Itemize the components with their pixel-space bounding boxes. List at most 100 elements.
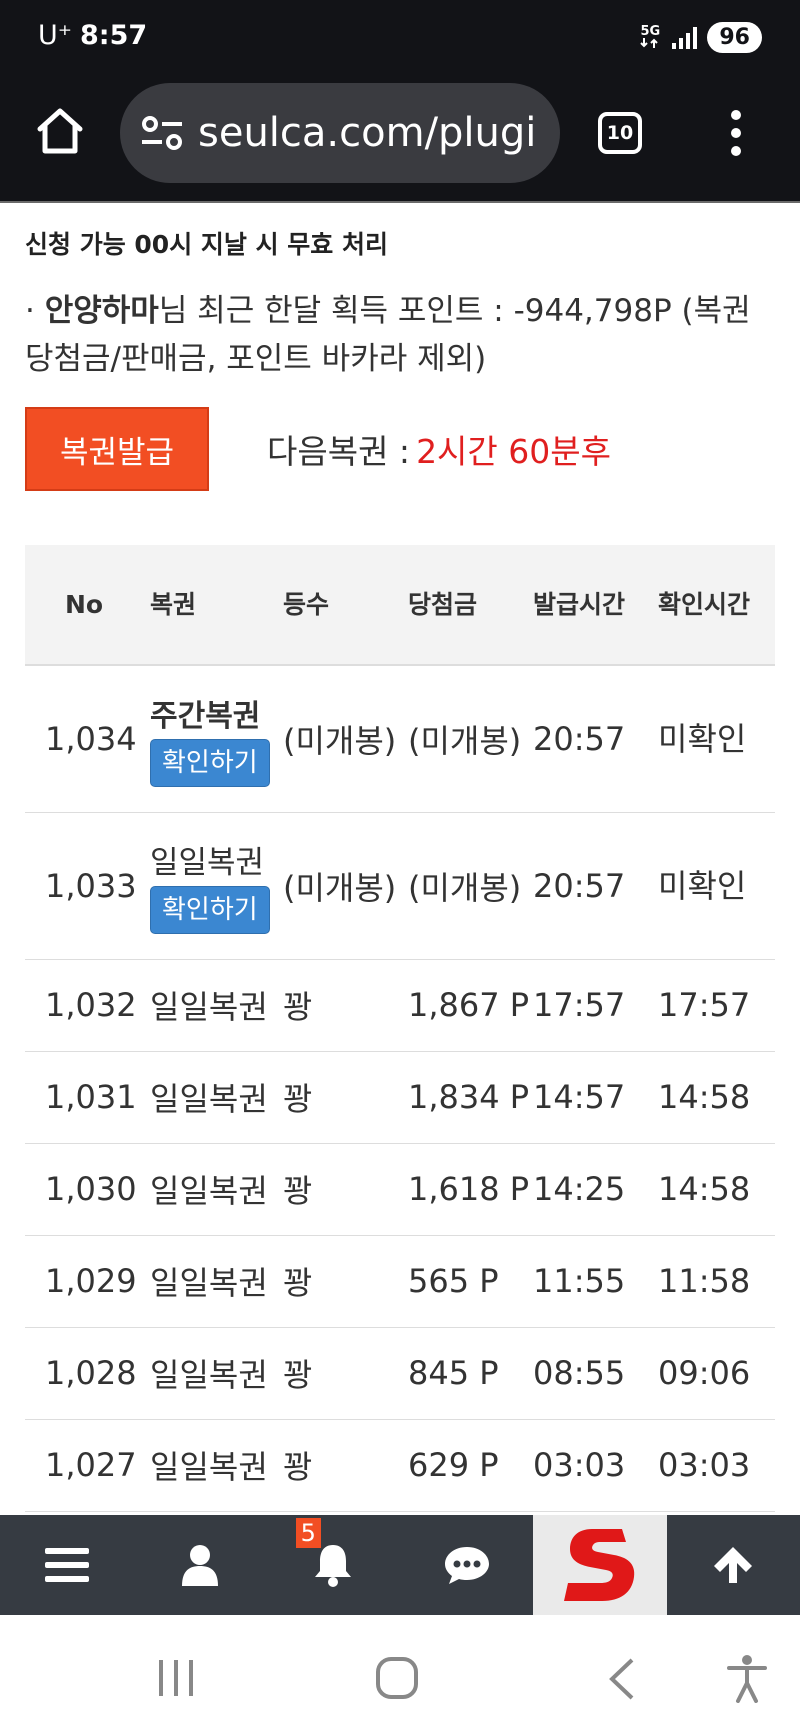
android-nav-bar: [0, 1615, 800, 1734]
cell-checked: 14:58: [658, 1051, 775, 1144]
table-row: 1,027 일일복권 꽝 629 P 03:03 03:03: [25, 1419, 775, 1512]
back-icon[interactable]: [606, 1657, 636, 1701]
more-options-icon[interactable]: [730, 110, 742, 156]
table-row: 1,034 주간복권 확인하기 (미개봉) (미개봉) 20:57 미확인: [25, 665, 775, 813]
cell-type: 일일복권: [150, 1143, 283, 1236]
battery-indicator: 96: [707, 22, 762, 53]
cell-checked: 14:58: [658, 1143, 775, 1236]
cell-no: 1,031: [25, 1051, 150, 1144]
profile-button[interactable]: [133, 1515, 266, 1615]
table-row: 1,033 일일복권 확인하기 (미개봉) (미개봉) 20:57 미확인: [25, 812, 775, 960]
header-type: 복권: [150, 545, 283, 666]
cell-prize: 1,618 P: [408, 1143, 533, 1236]
tab-switcher-button[interactable]: 10: [598, 112, 642, 154]
address-bar[interactable]: seulca.com/plugi: [120, 83, 560, 183]
home-icon[interactable]: [34, 105, 86, 157]
cell-type: 주간복권 확인하기: [150, 665, 283, 813]
cell-grade: (미개봉): [283, 665, 408, 813]
cell-no: 1,032: [25, 959, 150, 1052]
carrier-label: U⁺: [38, 20, 73, 51]
cell-prize: 845 P: [408, 1327, 533, 1420]
cell-grade: 꽝: [283, 959, 408, 1052]
cell-prize: 1,867 P: [408, 959, 533, 1052]
cell-checked: 미확인: [658, 812, 775, 960]
cell-grade: (미개봉): [283, 812, 408, 960]
notification-button[interactable]: 5: [267, 1515, 400, 1615]
cell-checked: 09:06: [658, 1327, 775, 1420]
cell-no: 1,027: [25, 1419, 150, 1512]
cell-type: 일일복권: [150, 959, 283, 1052]
cell-issued: 20:57: [533, 665, 658, 813]
cell-no: 1,033: [25, 812, 150, 960]
cell-type: 일일복권: [150, 1419, 283, 1512]
site-logo-button[interactable]: [533, 1515, 667, 1615]
bullet: ·: [25, 293, 35, 329]
cell-prize: 1,834 P: [408, 1051, 533, 1144]
cell-grade: 꽝: [283, 1143, 408, 1236]
username: 안양하마: [44, 293, 159, 329]
header-issued: 발급시간: [533, 545, 658, 666]
menu-icon: [44, 1548, 89, 1582]
cell-prize: (미개봉): [408, 665, 533, 813]
cell-grade: 꽝: [283, 1051, 408, 1144]
table-row: 1,031 일일복권 꽝 1,834 P 14:57 14:58: [25, 1051, 775, 1144]
table-row: 1,028 일일복권 꽝 845 P 08:55 09:06: [25, 1327, 775, 1420]
cell-type: 일일복권 확인하기: [150, 812, 283, 960]
chat-icon: [444, 1547, 489, 1584]
home-nav-icon[interactable]: [375, 1656, 419, 1700]
site-logo-icon: [563, 1529, 635, 1601]
lottery-table: No 복권 등수 당첨금 발급시간 확인시간 1,034 주간복권 확인하기 (…: [25, 545, 775, 1512]
menu-button[interactable]: [0, 1515, 133, 1615]
cell-prize: (미개봉): [408, 812, 533, 960]
table-row: 1,029 일일복권 꽝 565 P 11:55 11:58: [25, 1235, 775, 1328]
cell-issued: 17:57: [533, 959, 658, 1052]
cell-type: 일일복권: [150, 1051, 283, 1144]
scroll-top-button[interactable]: [667, 1515, 800, 1615]
next-lottery-countdown: 2시간 60분후: [416, 432, 611, 471]
table-row: 1,030 일일복권 꽝 1,618 P 14:25 14:58: [25, 1143, 775, 1236]
notice-text: 신청 가능 00시 지날 시 무효 처리: [25, 230, 389, 259]
cell-issued: 20:57: [533, 812, 658, 960]
points-summary: · 안양하마님 최근 한달 획득 포인트 : -944,798P (복권 당첨금…: [25, 287, 775, 383]
cell-issued: 03:03: [533, 1419, 658, 1512]
status-left: U⁺ 8:57: [38, 20, 147, 51]
header-prize: 당첨금: [408, 545, 533, 666]
arrow-up-icon: [714, 1547, 753, 1583]
accessibility-icon[interactable]: [726, 1655, 768, 1703]
cell-checked: 미확인: [658, 665, 775, 813]
lottery-type: 일일복권: [150, 845, 265, 881]
cell-checked: 17:57: [658, 959, 775, 1052]
notification-badge: 5: [295, 1518, 321, 1548]
table-header-row: No 복권 등수 당첨금 발급시간 확인시간: [25, 545, 775, 666]
cell-prize: 565 P: [408, 1235, 533, 1328]
cell-issued: 14:57: [533, 1051, 658, 1144]
chat-button[interactable]: [400, 1515, 533, 1615]
table-row: 1,032 일일복권 꽝 1,867 P 17:57 17:57: [25, 959, 775, 1052]
cell-grade: 꽝: [283, 1419, 408, 1512]
cell-checked: 03:03: [658, 1419, 775, 1512]
signal-icon: [672, 26, 698, 49]
cell-type: 일일복권: [150, 1327, 283, 1420]
status-bar: U⁺ 8:57 5G 96: [0, 0, 800, 75]
browser-toolbar: seulca.com/plugi 10: [0, 75, 800, 203]
cell-prize: 629 P: [408, 1419, 533, 1512]
cell-issued: 11:55: [533, 1235, 658, 1328]
cell-no: 1,030: [25, 1143, 150, 1236]
cell-type: 일일복권: [150, 1235, 283, 1328]
url-text: seulca.com/plugi: [198, 110, 537, 156]
bell-icon: [315, 1545, 352, 1587]
confirm-button[interactable]: 확인하기: [150, 738, 270, 787]
issue-row: 복권발급 다음복권 : 2시간 60분후: [25, 407, 775, 491]
status-clock: 8:57: [80, 20, 148, 51]
issue-lottery-button[interactable]: 복권발급: [25, 407, 209, 491]
page-content: 신청 가능 00시 지날 시 무효 처리 · 안양하마님 최근 한달 획득 포인…: [25, 203, 775, 1512]
network-5g-icon: 5G: [638, 25, 662, 51]
cell-no: 1,029: [25, 1235, 150, 1328]
site-settings-icon[interactable]: [140, 113, 184, 153]
recent-apps-icon[interactable]: [156, 1658, 196, 1698]
confirm-button[interactable]: 확인하기: [150, 886, 270, 934]
cell-checked: 11:58: [658, 1235, 775, 1328]
site-bottom-nav: 5: [0, 1515, 800, 1615]
cell-issued: 08:55: [533, 1327, 658, 1420]
header-no: No: [25, 545, 150, 666]
